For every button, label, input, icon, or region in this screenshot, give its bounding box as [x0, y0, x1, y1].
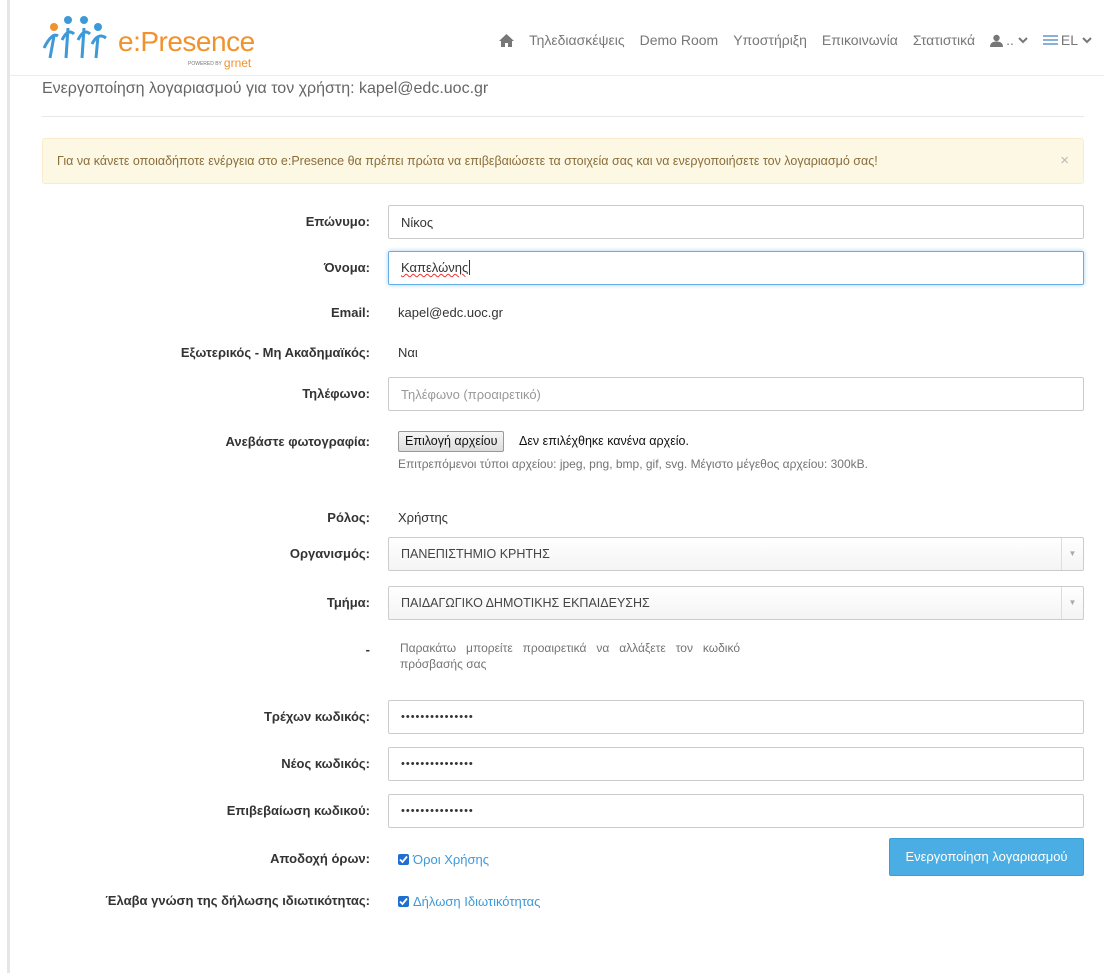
current-password-field[interactable] [388, 700, 1084, 734]
photo-label: Ανεβάστε φωτογραφία: [225, 434, 370, 449]
greek-flag-icon [1042, 35, 1058, 45]
activate-account-button[interactable]: Ενεργοποίηση λογαριασμού [889, 838, 1084, 876]
nav-item-support[interactable]: Υποστήριξη [733, 32, 807, 48]
checkmark-icon [399, 855, 408, 864]
choose-file-button[interactable]: Επιλογή αρχείου [398, 431, 505, 452]
language-menu[interactable]: EL [1042, 32, 1092, 48]
organization-select[interactable]: ΠΑΝΕΠΙΣΤΗΜΙΟ ΚΡΗΤΗΣ ▼ [388, 537, 1084, 571]
close-icon[interactable]: × [1060, 139, 1069, 183]
new-password-field[interactable] [388, 747, 1084, 781]
dropdown-arrow-icon: ▼ [1061, 538, 1083, 570]
logo-powered-by-small: POWERED BY [188, 60, 222, 67]
confirm-password-label: Επιβεβαίωση κωδικού: [226, 803, 370, 818]
home-icon [499, 33, 515, 47]
photo-help-text: Επιτρεπόμενοι τύποι αρχείου: jpeg, png, … [398, 457, 868, 471]
user-icon [990, 34, 1004, 47]
external-value: Ναι [398, 345, 418, 360]
nav-item-contact[interactable]: Επικοινωνία [822, 32, 898, 48]
department-select[interactable]: ΠΑΙΔΑΓΩΓΙΚΟ ΔΗΜΟΤΙΚΗΣ ΕΚΠΑΙΔΕΥΣΗΣ ▼ [388, 586, 1084, 620]
new-password-label: Νέος κωδικός: [281, 756, 370, 771]
alert-text: Για να κάνετε οποιαδήποτε ενέργεια στο e… [57, 154, 878, 168]
dropdown-arrow-icon: ▼ [1061, 587, 1083, 619]
top-navbar: e:Presence POWERED BY grnet Τηλεδιασκέψει… [10, 0, 1104, 76]
organization-label: Οργανισμός: [289, 546, 370, 561]
privacy-checkbox[interactable] [398, 896, 409, 907]
phone-field[interactable] [388, 377, 1084, 411]
role-value: Χρήστης [398, 510, 448, 525]
external-label: Εξωτερικός - Μη Ακαδημαϊκός: [180, 345, 370, 360]
terms-checkbox-group: Όροι Χρήσης [398, 852, 489, 867]
surname-label: Επώνυμο: [305, 214, 370, 229]
email-value: kapel@edc.uoc.gr [398, 305, 503, 320]
no-file-chosen-text: Δεν επιλέχθηκε κανένα αρχείο. [519, 434, 689, 448]
phone-label: Τηλέφωνο: [302, 386, 370, 401]
confirm-password-field[interactable] [388, 794, 1084, 828]
user-menu-label: .. [1006, 32, 1014, 48]
name-field[interactable]: Καπελώνης [388, 251, 1084, 285]
terms-label: Αποδοχή όρων: [270, 851, 370, 866]
nav-item-demo-room[interactable]: Demo Room [640, 32, 719, 48]
left-border [7, 0, 10, 973]
warning-alert: Για να κάνετε οποιαδήποτε ενέργεια στο e… [42, 138, 1084, 184]
nav-item-conferences[interactable]: Τηλεδιασκέψεις [529, 32, 625, 48]
chevron-down-icon [1082, 36, 1092, 43]
language-label: EL [1060, 32, 1078, 48]
surname-field[interactable] [388, 205, 1084, 239]
divider [42, 116, 1084, 117]
current-password-label: Τρέχων κωδικός: [263, 709, 370, 724]
password-note-text: Παρακάτω μπορείτε προαιρετικά να αλλάξετ… [400, 641, 740, 671]
nav-item-statistics[interactable]: Στατιστικά [913, 32, 975, 48]
logo-text: e:Presence [118, 26, 255, 57]
password-note-label: - [365, 642, 370, 657]
privacy-checkbox-group: Δήλωση Ιδιωτικότητας [398, 894, 540, 909]
chevron-down-icon [1018, 36, 1028, 43]
role-label: Ρόλος: [327, 510, 370, 525]
department-selected-value: ΠΑΙΔΑΓΩΓΙΚΟ ΔΗΜΟΤΙΚΗΣ ΕΚΠΑΙΔΕΥΣΗΣ [401, 596, 650, 610]
text-cursor [469, 260, 471, 275]
privacy-label: Έλαβα γνώση της δήλωσης ιδιωτικότητας: [105, 893, 370, 908]
checkmark-icon [399, 897, 408, 906]
email-label: Email: [330, 305, 370, 320]
main-nav: Τηλεδιασκέψεις Demo Room Υποστήριξη Επικ… [484, 32, 1092, 48]
logo-grnet: grnet [223, 56, 252, 70]
terms-checkbox[interactable] [398, 854, 409, 865]
user-menu[interactable]: .. [990, 32, 1028, 48]
name-label: Όνομα: [323, 260, 370, 275]
epresence-logo[interactable]: e:Presence POWERED BY grnet [40, 10, 280, 70]
logo-powered-by: POWERED BY grnet [188, 56, 251, 70]
page-title: Ενεργοποίηση λογαριασμού για τον χρήστη:… [42, 80, 489, 97]
people-logo-icon [42, 16, 107, 59]
home-link[interactable] [499, 33, 515, 47]
privacy-link[interactable]: Δήλωση Ιδιωτικότητας [413, 894, 540, 909]
organization-selected-value: ΠΑΝΕΠΙΣΤΗΜΙΟ ΚΡΗΤΗΣ [401, 547, 550, 561]
terms-link[interactable]: Όροι Χρήσης [413, 852, 489, 867]
name-field-value: Καπελώνης [401, 260, 469, 275]
department-label: Τμήμα: [326, 595, 370, 610]
